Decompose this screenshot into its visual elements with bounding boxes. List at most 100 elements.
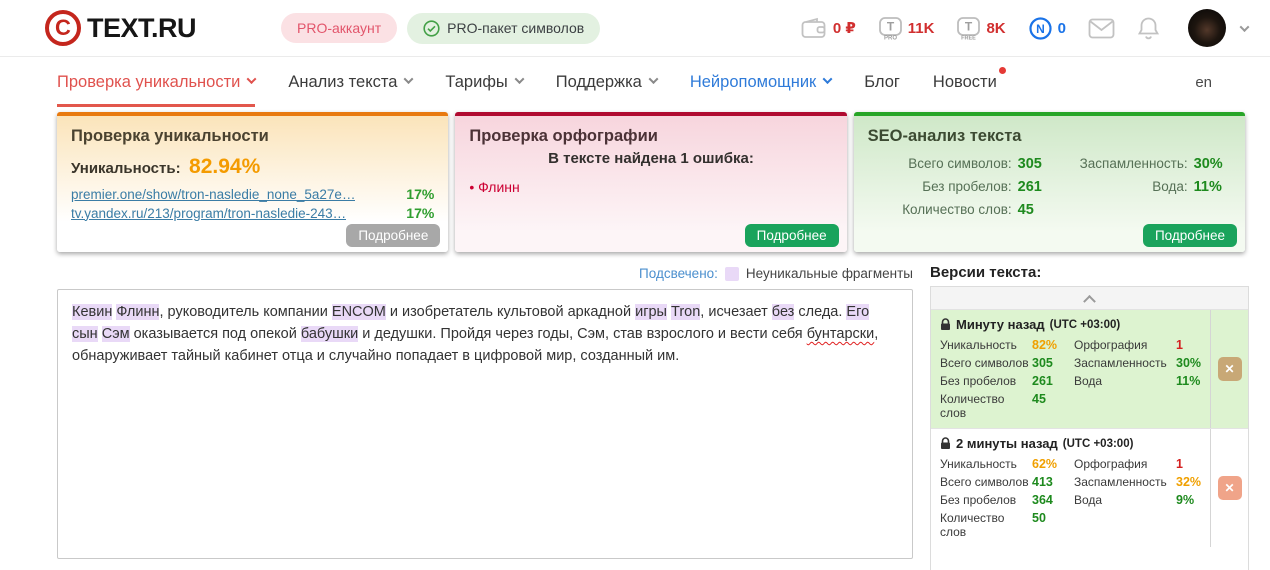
messages-button[interactable] xyxy=(1088,18,1115,39)
text-fragment: и изобретатель культовой аркадной xyxy=(385,304,636,320)
chevron-up-icon xyxy=(1083,294,1096,308)
t-free-balance[interactable]: T FREE 8K xyxy=(956,16,1006,41)
version-close-button[interactable]: ✕ xyxy=(1217,476,1242,500)
neuro-balance[interactable]: N 0 xyxy=(1028,16,1066,41)
version-stat-value: 1 xyxy=(1176,338,1183,352)
version-stat-value: 45 xyxy=(1032,392,1046,406)
version-stats: Уникальность 82% Орфография 1 Всего символов… xyxy=(940,338,1201,420)
t-pro-icon: T PRO xyxy=(878,16,903,40)
spelling-more-button[interactable]: Подробнее xyxy=(744,224,839,247)
notifications-button[interactable] xyxy=(1137,16,1160,41)
uniqueness-link-row: tv.yandex.ru/213/program/tron-nasledie-2… xyxy=(71,205,434,221)
text-fragment: и дедушки. Пройдя через годы, Сэм, став … xyxy=(358,326,807,343)
uniqueness-result: Уникальность: 82.94% xyxy=(71,155,434,179)
highlight-legend: Подсвечено: Неуникальные фрагменты xyxy=(57,258,913,289)
version-stat-label: Всего символов xyxy=(940,475,1029,489)
avatar[interactable] xyxy=(1188,9,1226,47)
nav-item-7[interactable]: Новости xyxy=(933,57,1006,107)
version-stat-value: 9% xyxy=(1176,493,1195,507)
chevron-down-icon xyxy=(514,74,525,85)
nav-item-6[interactable]: Блог xyxy=(864,57,900,107)
version-stat-value: 413 xyxy=(1032,475,1053,489)
logo-text: TEXT.RU xyxy=(87,12,197,43)
versions-title: Версии текста: xyxy=(930,263,1042,281)
envelope-icon xyxy=(1088,18,1115,39)
highlighted-link[interactable]: Подсвечено: xyxy=(639,266,718,281)
source-link[interactable]: premier.one/show/tron-nasledie_none_5a27… xyxy=(71,187,355,202)
seo-stat-value: 261 xyxy=(1017,179,1042,195)
account-chevron-down-icon[interactable] xyxy=(1239,21,1250,32)
version-stat-value: 50 xyxy=(1032,511,1046,525)
version-time: 2 минуты назад xyxy=(956,436,1058,451)
nav-item-label: Тарифы xyxy=(445,72,508,91)
version-card-header: Минуту назад (UTC +03:00) xyxy=(940,317,1201,332)
spelling-error-item[interactable]: Флинн xyxy=(469,179,832,195)
version-stat-value: 32% xyxy=(1176,475,1202,489)
version-close-column: ✕ xyxy=(1210,429,1248,547)
nav-item-4[interactable]: Поддержка xyxy=(556,57,659,107)
t-pro-balance[interactable]: T PRO 11K xyxy=(878,16,935,40)
version-stat-value: 82% xyxy=(1032,338,1058,352)
non-unique-fragment: ENCOM xyxy=(331,304,386,320)
non-unique-fragment: Tron xyxy=(671,304,701,320)
version-stat-label: Количество слов xyxy=(940,511,1005,539)
version-card[interactable]: Минуту назад (UTC +03:00) Уникальность 82% О… xyxy=(931,310,1249,428)
uniqueness-card: Проверка уникальности Уникальность: 82.9… xyxy=(57,112,449,252)
seo-stat-value: 305 xyxy=(1017,156,1042,172)
version-stat-label: Без пробелов xyxy=(940,374,1017,388)
svg-text:T: T xyxy=(887,20,895,34)
spelling-card: Проверка орфографии В тексте найдена 1 о… xyxy=(455,112,847,252)
seo-stat-value: 30% xyxy=(1193,156,1223,172)
versions-panel: Минуту назад (UTC +03:00) Уникальность 82% О… xyxy=(930,286,1250,570)
seo-stat-label: Заспамленность: xyxy=(1079,156,1188,171)
seo-stats: Всего символов: 305 Заспамленность: 30% Без … xyxy=(868,156,1231,218)
highlight-legend-label: Неуникальные фрагменты xyxy=(745,266,913,281)
wallet-balance[interactable]: 0 ₽ xyxy=(801,17,856,39)
seo-stat-label: Количество слов: xyxy=(902,202,1012,217)
pro-account-badge[interactable]: PRO-аккаунт xyxy=(281,13,398,43)
text-editor[interactable]: Кевин Флинн, руководитель компании ENCOM… xyxy=(57,289,913,559)
version-stat-label: Уникальность xyxy=(940,338,1017,352)
svg-text:FREE: FREE xyxy=(962,36,977,41)
version-stats: Уникальность 62% Орфография 1 Всего символов… xyxy=(940,457,1201,539)
wallet-icon xyxy=(801,17,828,39)
language-switcher[interactable]: en xyxy=(1195,57,1270,107)
header: C TEXT.RU PRO-аккаунт PRO-пакет символов… xyxy=(0,0,1270,57)
nav-item-3[interactable]: Тарифы xyxy=(445,57,525,107)
versions-collapse-bar[interactable] xyxy=(931,287,1249,310)
version-stat-label: Орфография xyxy=(1074,457,1148,471)
header-right: 0 ₽ T PRO 11K T FREE 8K N 0 xyxy=(801,9,1270,47)
seo-stat-value: 45 xyxy=(1017,202,1034,218)
source-link[interactable]: tv.yandex.ru/213/program/tron-nasledie-2… xyxy=(71,206,346,221)
nav-item-2[interactable]: Анализ текста xyxy=(288,57,414,107)
non-unique-fragment: Флинн xyxy=(116,304,160,320)
spelling-card-title: Проверка орфографии xyxy=(469,127,658,145)
version-stat-label: Всего символов xyxy=(940,356,1029,370)
lock-icon xyxy=(940,437,951,450)
nav-item-5[interactable]: Нейропомощник xyxy=(690,57,833,107)
version-stat-label: Орфография xyxy=(1074,338,1148,352)
seo-more-button[interactable]: Подробнее xyxy=(1142,224,1237,247)
uniqueness-more-button[interactable]: Подробнее xyxy=(346,224,441,247)
nav-item-1[interactable]: Проверка уникальности xyxy=(57,57,257,107)
t-pro-value: 11K xyxy=(907,19,935,37)
version-card[interactable]: 2 минуты назад (UTC +03:00) Уникальность 62… xyxy=(931,428,1249,547)
version-card-main: 2 минуты назад (UTC +03:00) Уникальность 62… xyxy=(931,429,1210,547)
seo-card: SEO-анализ текста Всего символов: 305 Засп… xyxy=(853,112,1245,252)
versions-column: Версии текста: Минуту назад (UTC +03:00) У… xyxy=(930,258,1250,570)
match-percent: 17% xyxy=(406,205,435,221)
version-time: Минуту назад xyxy=(956,317,1045,332)
version-stat-value: 261 xyxy=(1032,374,1053,388)
chevron-down-icon xyxy=(403,74,414,85)
pro-account-label: PRO-аккаунт xyxy=(297,20,382,36)
version-stat-label: Вода xyxy=(1074,493,1103,507)
spelling-errors: Флинн xyxy=(469,179,832,195)
text-fragment: , исчезает xyxy=(700,304,772,320)
uniqueness-value: 82.94% xyxy=(189,155,261,178)
non-unique-fragment: Его xyxy=(846,304,870,320)
version-close-button[interactable]: ✕ xyxy=(1217,357,1242,381)
pro-package-badge[interactable]: PRO-пакет символов xyxy=(407,12,601,44)
version-utc: (UTC +03:00) xyxy=(1062,437,1134,450)
logo[interactable]: C TEXT.RU xyxy=(45,10,197,46)
seo-stat-value: 11% xyxy=(1193,179,1222,195)
